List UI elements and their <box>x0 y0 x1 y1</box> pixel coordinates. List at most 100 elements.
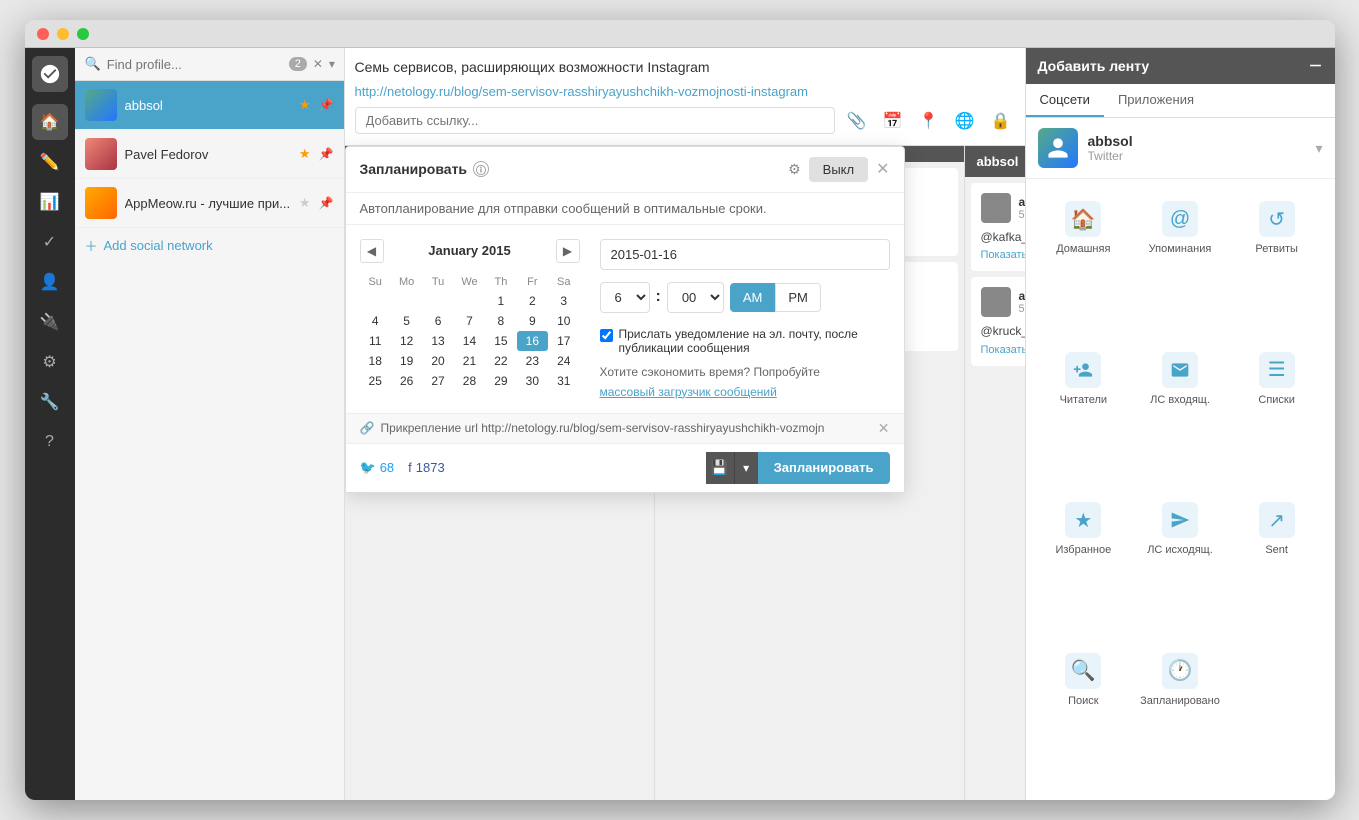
calendar-day[interactable]: 3 <box>548 291 579 311</box>
bulk-link[interactable]: массовый загрузчик сообщений <box>600 385 890 399</box>
scheduler-popup: Запланировать ⓘ ⚙ Выкл ✕ Автопланировани… <box>345 146 905 493</box>
right-panel-minimize-icon[interactable]: － <box>1309 56 1323 76</box>
search-input[interactable] <box>107 57 283 72</box>
attachment-icon[interactable]: 📎 <box>843 107 871 135</box>
nav-item-profile[interactable]: 👤 <box>32 264 68 300</box>
calendar-day[interactable]: 1 <box>485 291 516 311</box>
calendar-day[interactable]: 19 <box>391 351 422 371</box>
calendar-day[interactable]: 9 <box>517 311 548 331</box>
calendar-day[interactable]: 29 <box>485 371 516 391</box>
calendar-day[interactable]: 12 <box>391 331 422 351</box>
grid-item-favorites[interactable]: ★ Избранное <box>1036 490 1132 640</box>
attachment-close-button[interactable]: ✕ <box>878 420 890 437</box>
am-button[interactable]: AM <box>730 283 776 312</box>
calendar-day[interactable]: 26 <box>391 371 422 391</box>
search-badge: 2 <box>289 57 307 71</box>
profile-item-abbsol[interactable]: abbsol ★ 📌 <box>75 81 344 130</box>
compose-link-input[interactable] <box>355 107 835 134</box>
maximize-button[interactable] <box>77 28 89 40</box>
globe-icon[interactable]: 🌐 <box>951 107 979 135</box>
calendar-day[interactable]: 4 <box>360 311 391 331</box>
nav-item-compose[interactable]: ✏️ <box>32 144 68 180</box>
grid-item-dm-in[interactable]: ЛС входящ. <box>1132 340 1228 490</box>
nav-item-home[interactable]: 🏠 <box>32 104 68 140</box>
save-dropdown-button[interactable]: ▾ <box>734 452 758 484</box>
pm-button[interactable]: PM <box>775 283 821 312</box>
calendar-day[interactable]: 10 <box>548 311 579 331</box>
grid-item-followers[interactable]: Читатели <box>1036 340 1132 490</box>
close-scheduler-button[interactable]: ✕ <box>876 159 889 179</box>
nav-item-activity[interactable]: 📊 <box>32 184 68 220</box>
dm-in-label: ЛС входящ. <box>1150 394 1210 406</box>
calendar-day[interactable]: 14 <box>454 331 485 351</box>
nav-item-settings[interactable]: ⚙ <box>32 344 68 380</box>
calendar-icon[interactable]: 📅 <box>879 107 907 135</box>
date-input[interactable] <box>600 239 890 270</box>
save-button[interactable]: 💾 <box>706 452 734 484</box>
search-chevron-icon[interactable]: ▾ <box>329 57 335 71</box>
show-conversation-link[interactable]: Показать разговор <box>981 249 1025 261</box>
profile-item-appmeow[interactable]: AppMeow.ru - лучшие при... ★ 📌 <box>75 179 344 228</box>
calendar-day[interactable]: 28 <box>454 371 485 391</box>
calendar-day[interactable]: 24 <box>548 351 579 371</box>
search-clear-icon[interactable]: ✕ <box>313 57 323 71</box>
grid-item-dm-out[interactable]: ЛС исходящ. <box>1132 490 1228 640</box>
nav-item-tasks[interactable]: ✓ <box>32 224 68 260</box>
calendar-day[interactable]: 8 <box>485 311 516 331</box>
hour-select[interactable]: 6 <box>600 282 650 313</box>
scheduler-title-text: Запланировать <box>360 161 468 177</box>
calendar-day[interactable]: 16 <box>517 331 548 351</box>
schedule-button[interactable]: Запланировать <box>758 452 890 484</box>
calendar-day[interactable]: 25 <box>360 371 391 391</box>
lock-icon[interactable]: 🔒 <box>987 107 1015 135</box>
off-button[interactable]: Выкл <box>809 157 868 182</box>
show-conversation-link[interactable]: Показать разговор <box>981 344 1025 356</box>
settings-button[interactable]: ⚙ <box>788 161 801 178</box>
add-network-button[interactable]: ＋ Add social network <box>75 228 344 263</box>
grid-item-search[interactable]: 🔍 Поиск <box>1036 641 1132 791</box>
info-icon[interactable]: ⓘ <box>473 161 489 177</box>
cal-day-su: Su <box>360 273 391 291</box>
grid-item-retweets[interactable]: ↺ Ретвиты <box>1229 189 1325 339</box>
calendar-day[interactable]: 6 <box>422 311 453 331</box>
grid-item-home[interactable]: 🏠 Домашняя <box>1036 189 1132 339</box>
calendar-day[interactable]: 18 <box>360 351 391 371</box>
calendar-day[interactable]: 30 <box>517 371 548 391</box>
nav-item-plugins[interactable]: 🔌 <box>32 304 68 340</box>
minimize-button[interactable] <box>57 28 69 40</box>
calendar-day[interactable]: 21 <box>454 351 485 371</box>
user-dropdown-icon[interactable]: ▾ <box>1315 140 1322 157</box>
calendar-day[interactable]: 23 <box>517 351 548 371</box>
tab-social[interactable]: Соцсети <box>1026 84 1104 117</box>
tab-apps[interactable]: Приложения <box>1104 84 1208 117</box>
location-icon[interactable]: 📍 <box>915 107 943 135</box>
profile-name-abbsol: abbsol <box>125 98 291 113</box>
grid-item-mentions[interactable]: @ Упоминания <box>1132 189 1228 339</box>
calendar-day[interactable]: 2 <box>517 291 548 311</box>
nav-item-tools[interactable]: 🔧 <box>32 384 68 420</box>
cal-prev-button[interactable]: ◀ <box>360 239 384 263</box>
calendar-day[interactable]: 17 <box>548 331 579 351</box>
calendar-day[interactable]: 7 <box>454 311 485 331</box>
feed-col-3-items: abbsol 5:12pm через TweetDeck @kafka_cha… <box>965 177 1025 800</box>
calendar-day[interactable]: 13 <box>422 331 453 351</box>
calendar-day[interactable]: 20 <box>422 351 453 371</box>
cal-next-button[interactable]: ▶ <box>556 239 580 263</box>
calendar-day[interactable]: 11 <box>360 331 391 351</box>
right-panel-title: Добавить ленту <box>1038 58 1150 74</box>
calendar-day[interactable]: 5 <box>391 311 422 331</box>
nav-item-help[interactable]: ? <box>32 424 68 460</box>
calendar-day[interactable]: 27 <box>422 371 453 391</box>
profile-item-fedorov[interactable]: Pavel Fedorov ★ 📌 <box>75 130 344 179</box>
calendar-day[interactable]: 22 <box>485 351 516 371</box>
grid-item-lists[interactable]: ☰ Списки <box>1229 340 1325 490</box>
minute-select[interactable]: 00 <box>667 282 724 313</box>
grid-item-scheduled[interactable]: 🕐 Запланировано <box>1132 641 1228 791</box>
close-button[interactable] <box>37 28 49 40</box>
notify-checkbox[interactable] <box>600 329 613 342</box>
pin-icon-appmeow: 📌 <box>319 196 334 210</box>
calendar-day[interactable]: 31 <box>548 371 579 391</box>
grid-item-sent[interactable]: ↗ Sent <box>1229 490 1325 640</box>
calendar-day[interactable]: 15 <box>485 331 516 351</box>
pin-icon-abbsol: 📌 <box>319 98 334 112</box>
